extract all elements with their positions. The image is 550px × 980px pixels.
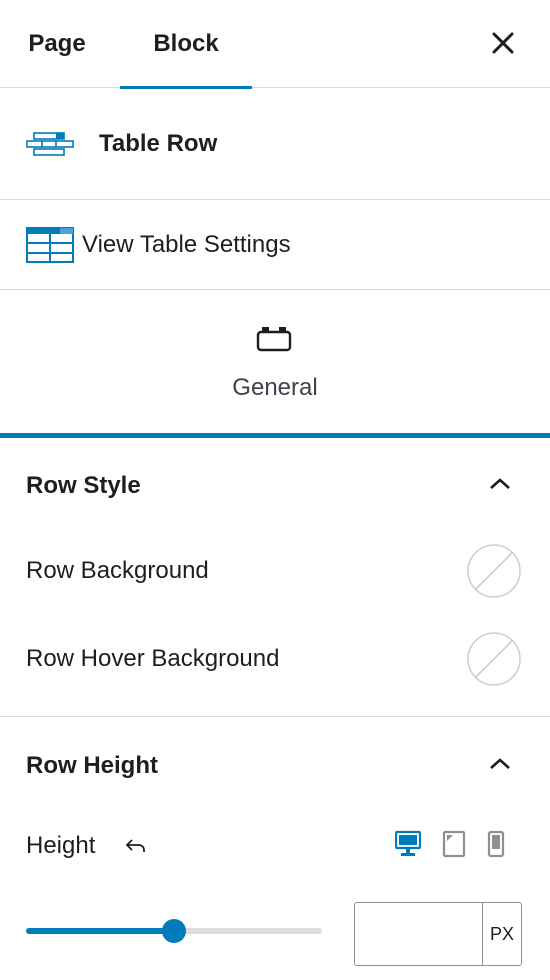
- unit-selector[interactable]: PX: [482, 902, 522, 966]
- row-background-control: Row Background: [0, 541, 550, 601]
- desktop-icon[interactable]: [395, 830, 421, 858]
- block-card: Table Row: [0, 88, 550, 200]
- slider-thumb[interactable]: [162, 919, 186, 943]
- chevron-up-icon: [490, 758, 510, 769]
- table-row-icon: [26, 131, 74, 156]
- row-background-swatch[interactable]: [466, 543, 522, 599]
- row-hover-background-swatch[interactable]: [466, 631, 522, 687]
- mobile-icon[interactable]: [483, 830, 509, 858]
- height-input[interactable]: [354, 902, 482, 966]
- row-hover-background-control: Row Hover Background: [0, 629, 550, 689]
- height-slider[interactable]: [26, 918, 322, 944]
- chevron-up-icon: [490, 478, 510, 489]
- tab-general[interactable]: General: [0, 290, 550, 438]
- row-background-label: Row Background: [26, 557, 209, 584]
- sidebar-tabs: Page Block: [0, 0, 550, 89]
- tab-general-label: General: [232, 374, 318, 401]
- tab-page-label: Page: [28, 30, 86, 57]
- row-style-panel-toggle[interactable]: Row Style: [0, 456, 550, 516]
- height-control-header: Height: [0, 820, 550, 874]
- reset-icon[interactable]: [124, 836, 148, 856]
- view-table-settings-button[interactable]: View Table Settings: [0, 200, 550, 290]
- tab-block-label: Block: [153, 30, 219, 57]
- panel-divider: [0, 716, 550, 717]
- active-tab-indicator: [0, 433, 550, 438]
- close-icon[interactable]: [486, 26, 520, 60]
- table-icon: [26, 226, 74, 263]
- height-label: Height: [26, 832, 96, 859]
- slider-fill: [26, 928, 174, 934]
- briefcase-icon: [256, 327, 292, 352]
- row-style-title: Row Style: [26, 472, 141, 499]
- view-table-settings-label: View Table Settings: [82, 230, 291, 258]
- row-height-title: Row Height: [26, 752, 158, 779]
- tab-block[interactable]: Block: [120, 0, 252, 89]
- tablet-icon[interactable]: [441, 830, 467, 858]
- block-title: Table Row: [99, 129, 218, 157]
- unit-label: PX: [489, 923, 514, 944]
- row-height-panel-toggle[interactable]: Row Height: [0, 736, 550, 796]
- row-hover-background-label: Row Hover Background: [26, 645, 280, 672]
- tab-page[interactable]: Page: [0, 0, 114, 88]
